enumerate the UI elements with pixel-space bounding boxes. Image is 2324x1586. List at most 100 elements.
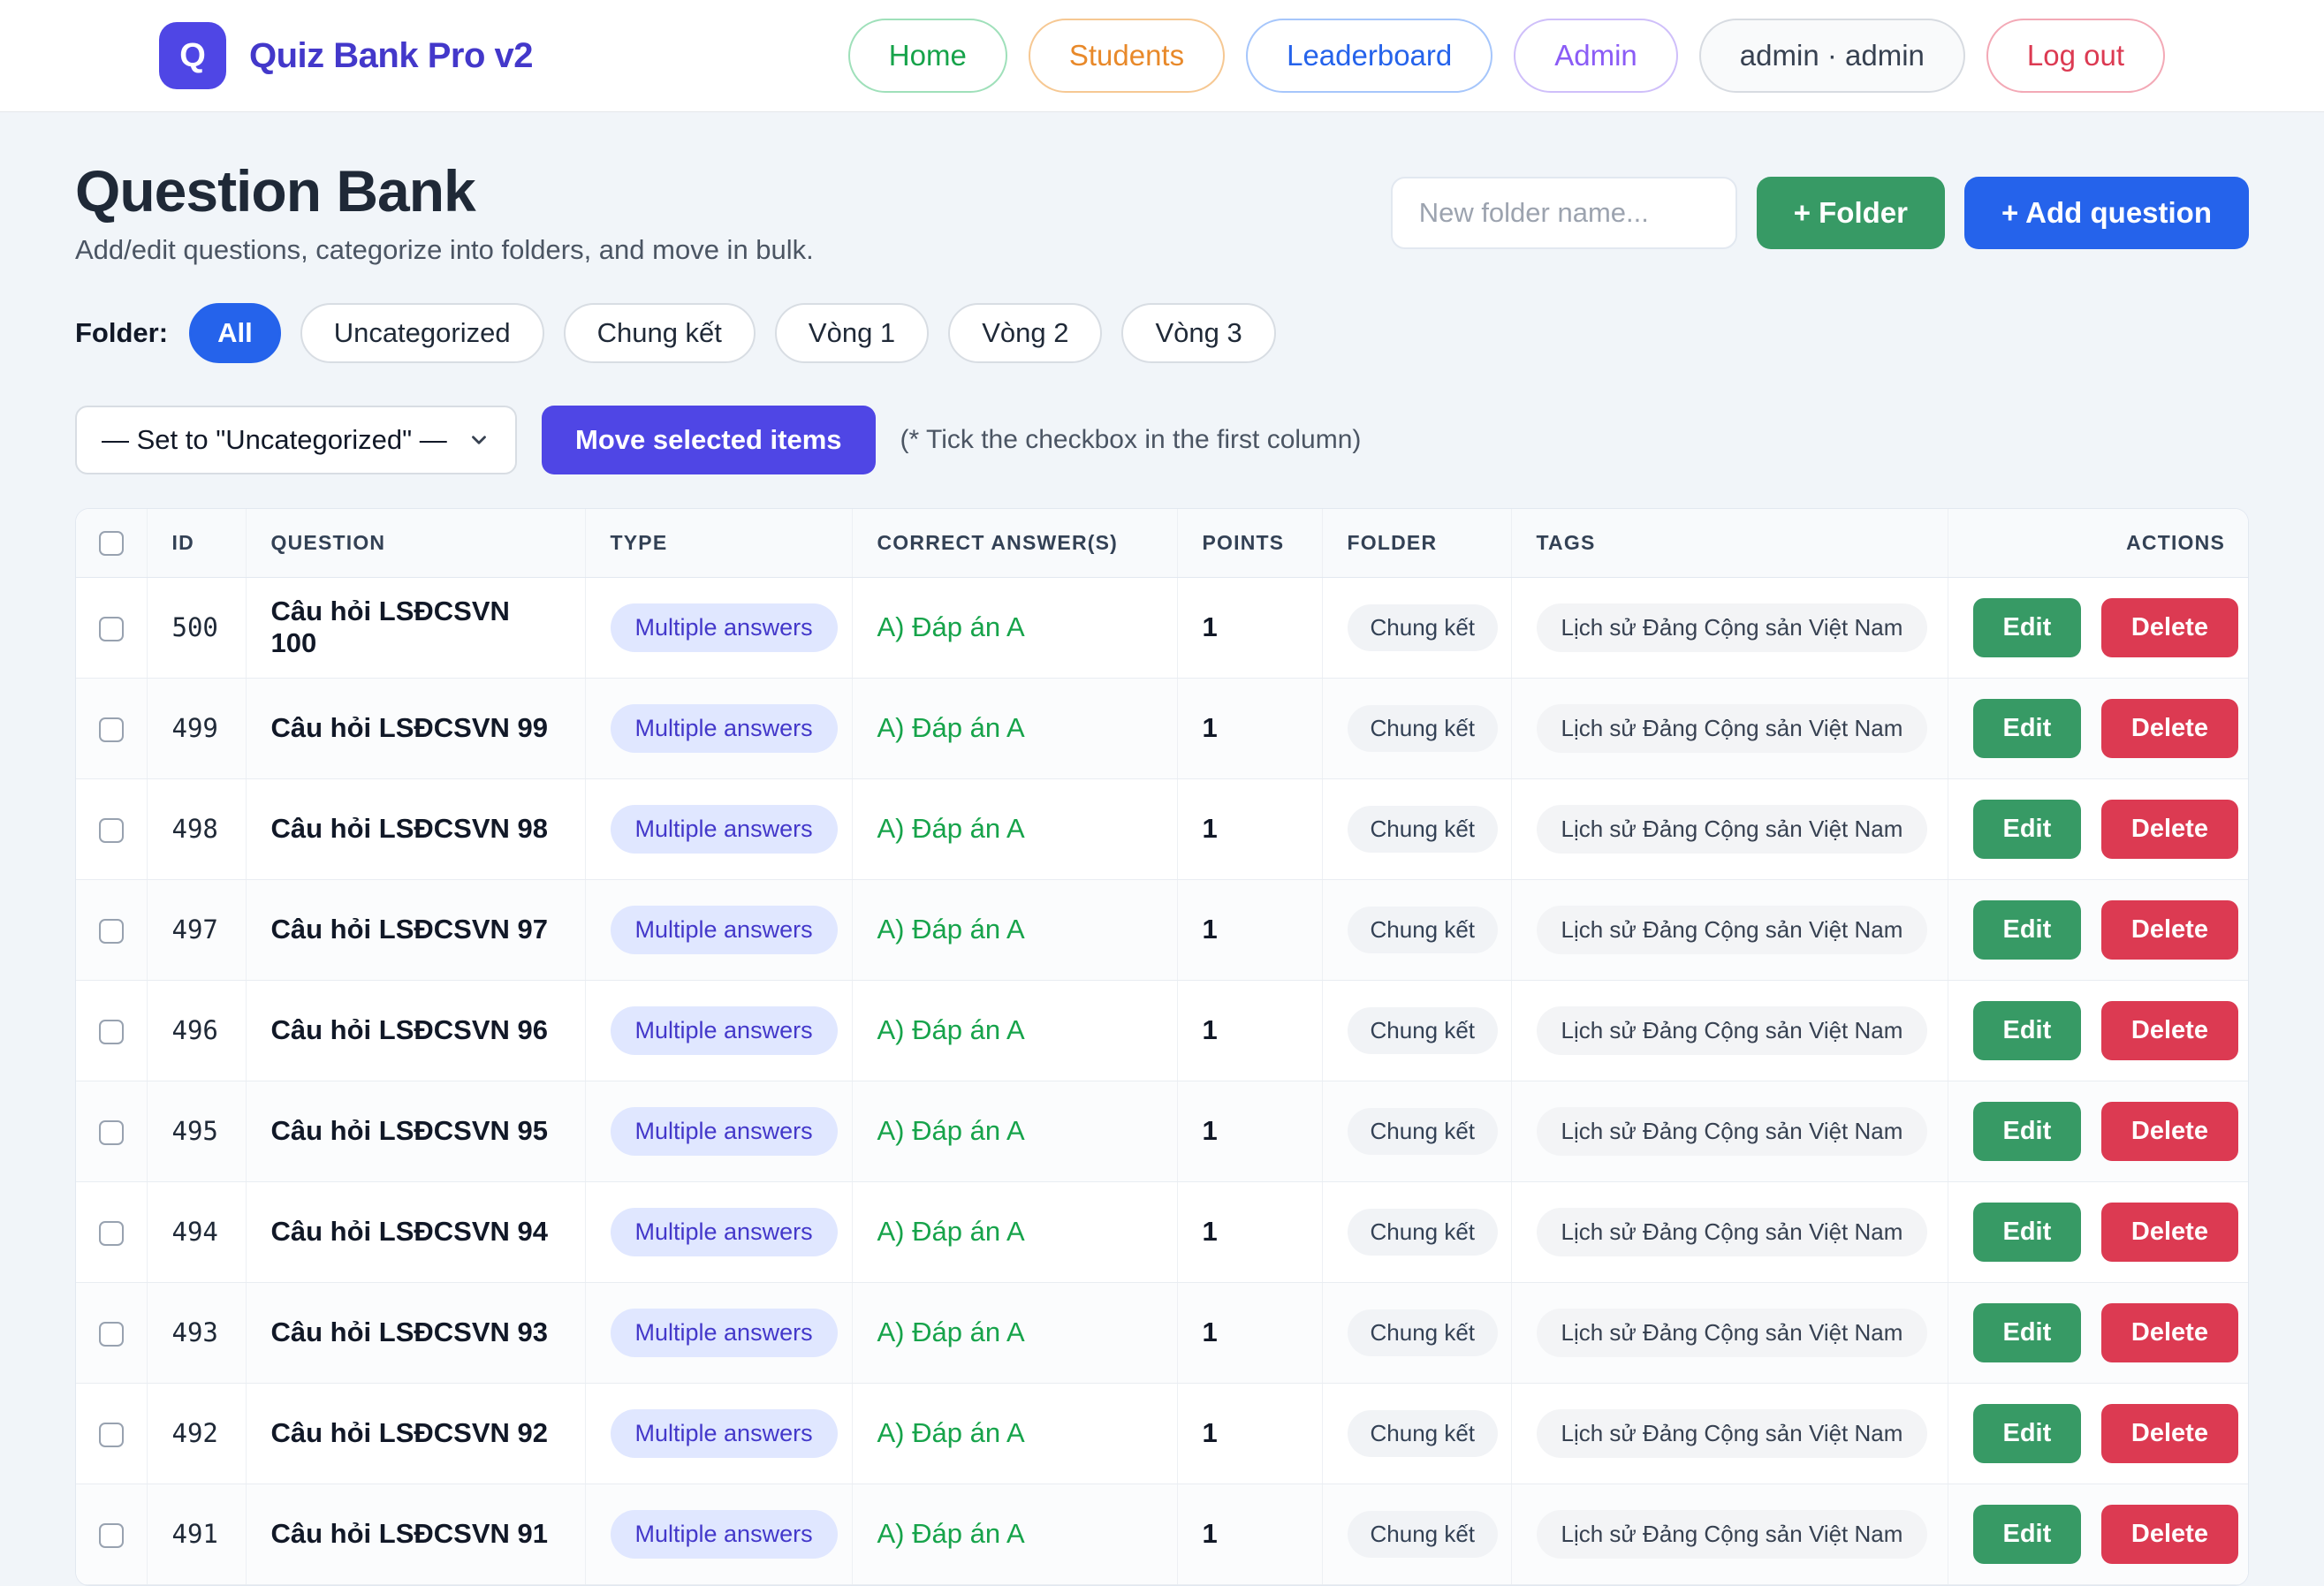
row-checkbox[interactable] xyxy=(99,1322,124,1347)
edit-button[interactable]: Edit xyxy=(1973,1404,2082,1463)
bulk-move-row: — Set to "Uncategorized" — Move selected… xyxy=(75,406,2249,474)
brand[interactable]: Q Quiz Bank Pro v2 xyxy=(159,22,533,89)
row-checkbox[interactable] xyxy=(99,1020,124,1044)
questions-table: ID QUESTION TYPE CORRECT ANSWER(S) POINT… xyxy=(76,509,2249,1585)
nav-leaderboard[interactable]: Leaderboard xyxy=(1246,19,1492,93)
tag-badge: Lịch sử Đảng Cộng sản Việt Nam xyxy=(1537,906,1928,954)
chevron-down-icon xyxy=(467,429,490,452)
main-nav: Home Students Leaderboard Admin admin · … xyxy=(848,19,2165,93)
table-row: 493 Câu hỏi LSĐCSVN 93 Multiple answers … xyxy=(76,1282,2249,1383)
edit-button[interactable]: Edit xyxy=(1973,1505,2082,1564)
points-value: 1 xyxy=(1177,1081,1322,1181)
header-correct-answers: CORRECT ANSWER(S) xyxy=(852,509,1177,577)
table-body: 500 Câu hỏi LSĐCSVN 100 Multiple answers… xyxy=(76,577,2249,1584)
folder-chip-vong-3[interactable]: Vòng 3 xyxy=(1121,303,1275,363)
folder-chip-all[interactable]: All xyxy=(189,303,281,363)
bulk-folder-select-value: — Set to "Uncategorized" — xyxy=(102,424,447,456)
points-value: 1 xyxy=(1177,1484,1322,1584)
row-actions: Edit Delete xyxy=(1948,980,2249,1081)
question-id: 500 xyxy=(147,577,246,678)
new-folder-input[interactable] xyxy=(1391,177,1737,249)
row-checkbox-cell xyxy=(76,1081,147,1181)
delete-button[interactable]: Delete xyxy=(2101,1001,2238,1060)
logout-button[interactable]: Log out xyxy=(1986,19,2165,93)
row-actions: Edit Delete xyxy=(1948,1181,2249,1282)
table-row: 491 Câu hỏi LSĐCSVN 91 Multiple answers … xyxy=(76,1484,2249,1584)
delete-button[interactable]: Delete xyxy=(2101,900,2238,960)
folder-badge: Chung kết xyxy=(1348,1209,1499,1256)
question-id: 491 xyxy=(147,1484,246,1584)
question-type-badge: Multiple answers xyxy=(611,704,838,753)
questions-table-card: ID QUESTION TYPE CORRECT ANSWER(S) POINT… xyxy=(75,508,2249,1586)
row-actions: Edit Delete xyxy=(1948,577,2249,678)
points-value: 1 xyxy=(1177,678,1322,778)
folder-badge: Chung kết xyxy=(1348,1007,1499,1054)
page-head-text: Question Bank Add/edit questions, catego… xyxy=(75,158,814,268)
tag-badge: Lịch sử Đảng Cộng sản Việt Nam xyxy=(1537,1409,1928,1458)
folder-badge: Chung kết xyxy=(1348,604,1499,651)
correct-answer: A) Đáp án A xyxy=(877,1417,1025,1448)
row-checkbox[interactable] xyxy=(99,617,124,641)
header-tags: TAGS xyxy=(1511,509,1948,577)
folder-chip-chung-ket[interactable]: Chung kết xyxy=(564,303,756,363)
row-checkbox[interactable] xyxy=(99,717,124,742)
folder-chip-uncategorized[interactable]: Uncategorized xyxy=(300,303,544,363)
folder-badge: Chung kết xyxy=(1348,705,1499,752)
table-row: 495 Câu hỏi LSĐCSVN 95 Multiple answers … xyxy=(76,1081,2249,1181)
delete-button[interactable]: Delete xyxy=(2101,598,2238,657)
folder-badge: Chung kết xyxy=(1348,1511,1499,1558)
question-id: 493 xyxy=(147,1282,246,1383)
question-title: Câu hỏi LSĐCSVN 99 xyxy=(271,712,549,743)
delete-button[interactable]: Delete xyxy=(2101,699,2238,758)
edit-button[interactable]: Edit xyxy=(1973,1203,2082,1262)
move-selected-button[interactable]: Move selected items xyxy=(542,406,876,474)
question-title: Câu hỏi LSĐCSVN 95 xyxy=(271,1115,549,1146)
folder-chip-vong-1[interactable]: Vòng 1 xyxy=(775,303,929,363)
bulk-hint: (* Tick the checkbox in the first column… xyxy=(900,425,1362,455)
add-folder-button[interactable]: + Folder xyxy=(1757,177,1945,249)
edit-button[interactable]: Edit xyxy=(1973,699,2082,758)
main-content: Question Bank Add/edit questions, catego… xyxy=(75,112,2249,1586)
edit-button[interactable]: Edit xyxy=(1973,598,2082,657)
points-value: 1 xyxy=(1177,778,1322,879)
tag-badge: Lịch sử Đảng Cộng sản Việt Nam xyxy=(1537,1107,1928,1156)
folder-chip-vong-2[interactable]: Vòng 2 xyxy=(948,303,1102,363)
header-type: TYPE xyxy=(585,509,852,577)
row-checkbox[interactable] xyxy=(99,1423,124,1447)
edit-button[interactable]: Edit xyxy=(1973,1102,2082,1161)
row-checkbox[interactable] xyxy=(99,1523,124,1548)
edit-button[interactable]: Edit xyxy=(1973,1303,2082,1362)
header-actions: ACTIONS xyxy=(1948,509,2249,577)
delete-button[interactable]: Delete xyxy=(2101,1505,2238,1564)
page-title: Question Bank xyxy=(75,158,814,224)
nav-admin[interactable]: Admin xyxy=(1514,19,1678,93)
bulk-folder-select[interactable]: — Set to "Uncategorized" — xyxy=(75,406,517,474)
select-all-checkbox[interactable] xyxy=(99,531,124,556)
nav-home[interactable]: Home xyxy=(848,19,1007,93)
row-actions: Edit Delete xyxy=(1948,1484,2249,1584)
nav-students[interactable]: Students xyxy=(1029,19,1225,93)
row-checkbox[interactable] xyxy=(99,1221,124,1246)
delete-button[interactable]: Delete xyxy=(2101,1102,2238,1161)
question-id: 496 xyxy=(147,980,246,1081)
correct-answer: A) Đáp án A xyxy=(877,813,1025,844)
table-row: 494 Câu hỏi LSĐCSVN 94 Multiple answers … xyxy=(76,1181,2249,1282)
header-question: QUESTION xyxy=(246,509,585,577)
question-type-badge: Multiple answers xyxy=(611,805,838,854)
edit-button[interactable]: Edit xyxy=(1973,1001,2082,1060)
delete-button[interactable]: Delete xyxy=(2101,1303,2238,1362)
topbar: Q Quiz Bank Pro v2 Home Students Leaderb… xyxy=(0,0,2324,112)
row-checkbox[interactable] xyxy=(99,919,124,944)
row-checkbox[interactable] xyxy=(99,818,124,843)
row-actions: Edit Delete xyxy=(1948,678,2249,778)
edit-button[interactable]: Edit xyxy=(1973,900,2082,960)
tag-badge: Lịch sử Đảng Cộng sản Việt Nam xyxy=(1537,1208,1928,1256)
row-checkbox-cell xyxy=(76,678,147,778)
add-question-button[interactable]: + Add question xyxy=(1964,177,2249,249)
delete-button[interactable]: Delete xyxy=(2101,1203,2238,1262)
edit-button[interactable]: Edit xyxy=(1973,800,2082,859)
correct-answer: A) Đáp án A xyxy=(877,914,1025,945)
delete-button[interactable]: Delete xyxy=(2101,800,2238,859)
row-checkbox[interactable] xyxy=(99,1120,124,1145)
delete-button[interactable]: Delete xyxy=(2101,1404,2238,1463)
